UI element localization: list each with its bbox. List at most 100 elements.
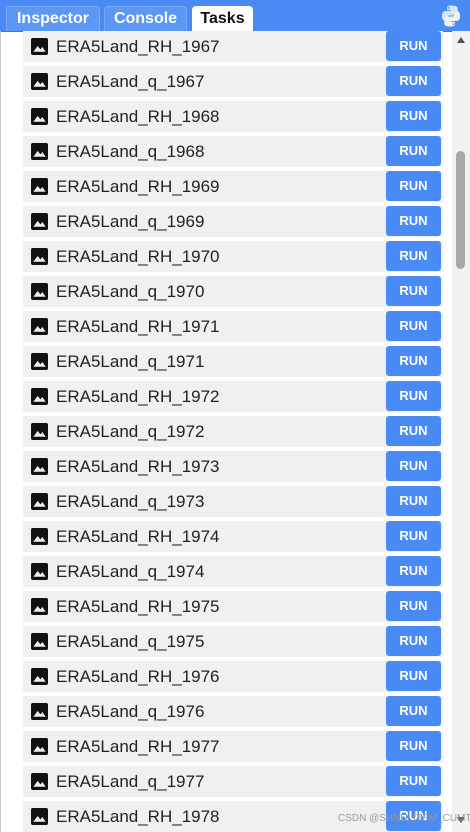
run-button[interactable]: RUN xyxy=(386,416,441,446)
image-icon xyxy=(31,808,48,825)
scroll-thumb[interactable] xyxy=(456,151,465,269)
scroll-up-arrow-icon[interactable] xyxy=(457,37,465,43)
task-name: ERA5Land_q_1971 xyxy=(56,352,205,371)
run-button[interactable]: RUN xyxy=(386,311,441,341)
task-row: ERA5Land_RH_1968 RUN xyxy=(23,101,443,132)
image-icon xyxy=(31,458,48,475)
task-name: ERA5Land_RH_1978 xyxy=(56,807,220,826)
task-row: ERA5Land_q_1977 RUN xyxy=(23,766,443,797)
task-row: ERA5Land_q_1967 RUN xyxy=(23,66,443,97)
task-row: ERA5Land_RH_1977 RUN xyxy=(23,731,443,762)
task-row: ERA5Land_RH_1971 RUN xyxy=(23,311,443,342)
tab-tasks[interactable]: Tasks xyxy=(192,6,253,31)
task-row: ERA5Land_RH_1969 RUN xyxy=(23,171,443,202)
task-row: ERA5Land_q_1972 RUN xyxy=(23,416,443,447)
image-icon xyxy=(31,178,48,195)
task-name: ERA5Land_RH_1971 xyxy=(56,317,220,336)
image-icon xyxy=(31,703,48,720)
run-button[interactable]: RUN xyxy=(386,486,441,516)
run-button[interactable]: RUN xyxy=(386,731,441,761)
task-row: ERA5Land_q_1976 RUN xyxy=(23,696,443,727)
image-icon xyxy=(31,353,48,370)
task-name: ERA5Land_RH_1967 xyxy=(56,37,220,56)
run-button[interactable]: RUN xyxy=(386,521,441,551)
image-icon xyxy=(31,248,48,265)
task-row: ERA5Land_q_1969 RUN xyxy=(23,206,443,237)
image-icon xyxy=(31,388,48,405)
task-row: ERA5Land_RH_1973 RUN xyxy=(23,451,443,482)
run-button[interactable]: RUN xyxy=(386,101,441,131)
image-icon xyxy=(31,633,48,650)
tab-console[interactable]: Console xyxy=(104,6,187,31)
run-button[interactable]: RUN xyxy=(386,206,441,236)
python-icon[interactable] xyxy=(439,4,463,28)
run-button[interactable]: RUN xyxy=(386,381,441,411)
task-name: ERA5Land_q_1977 xyxy=(56,772,205,791)
task-name: ERA5Land_RH_1968 xyxy=(56,107,220,126)
task-row: ERA5Land_RH_1975 RUN xyxy=(23,591,443,622)
image-icon xyxy=(31,528,48,545)
task-name: ERA5Land_RH_1970 xyxy=(56,247,220,266)
task-row: ERA5Land_q_1971 RUN xyxy=(23,346,443,377)
task-name: ERA5Land_q_1975 xyxy=(56,632,205,651)
run-button[interactable]: RUN xyxy=(386,556,441,586)
task-name: ERA5Land_q_1968 xyxy=(56,142,205,161)
task-name: ERA5Land_RH_1974 xyxy=(56,527,220,546)
task-name: ERA5Land_q_1974 xyxy=(56,562,205,581)
task-name: ERA5Land_RH_1976 xyxy=(56,667,220,686)
task-name: ERA5Land_RH_1972 xyxy=(56,387,220,406)
run-button[interactable]: RUN xyxy=(386,346,441,376)
image-icon xyxy=(31,318,48,335)
scrollbar[interactable] xyxy=(452,31,470,832)
run-button[interactable]: RUN xyxy=(386,171,441,201)
image-icon xyxy=(31,773,48,790)
task-name: ERA5Land_q_1969 xyxy=(56,212,205,231)
task-row: ERA5Land_RH_1967 RUN xyxy=(23,31,443,62)
task-row: ERA5Land_q_1973 RUN xyxy=(23,486,443,517)
run-button[interactable]: RUN xyxy=(386,766,441,796)
task-name: ERA5Land_q_1972 xyxy=(56,422,205,441)
task-row: ERA5Land_q_1975 RUN xyxy=(23,626,443,657)
image-icon xyxy=(31,668,48,685)
image-icon xyxy=(31,38,48,55)
image-icon xyxy=(31,213,48,230)
image-icon xyxy=(31,108,48,125)
image-icon xyxy=(31,423,48,440)
run-button[interactable]: RUN xyxy=(386,66,441,96)
image-icon xyxy=(31,563,48,580)
task-name: ERA5Land_q_1976 xyxy=(56,702,205,721)
task-row: ERA5Land_q_1970 RUN xyxy=(23,276,443,307)
task-name: ERA5Land_q_1967 xyxy=(56,72,205,91)
task-name: ERA5Land_RH_1973 xyxy=(56,457,220,476)
run-button[interactable]: RUN xyxy=(386,696,441,726)
task-row: ERA5Land_RH_1974 RUN xyxy=(23,521,443,552)
task-name: ERA5Land_q_1973 xyxy=(56,492,205,511)
task-row: ERA5Land_q_1968 RUN xyxy=(23,136,443,167)
task-name: ERA5Land_RH_1977 xyxy=(56,737,220,756)
image-icon xyxy=(31,73,48,90)
run-button[interactable]: RUN xyxy=(386,661,441,691)
run-button[interactable]: RUN xyxy=(386,31,441,61)
task-name: ERA5Land_q_1970 xyxy=(56,282,205,301)
task-row: ERA5Land_RH_1972 RUN xyxy=(23,381,443,412)
task-row: ERA5Land_q_1974 RUN xyxy=(23,556,443,587)
run-button[interactable]: RUN xyxy=(386,626,441,656)
panel-header: Inspector Console Tasks xyxy=(0,0,470,32)
run-button[interactable]: RUN xyxy=(386,276,441,306)
task-name: ERA5Land_RH_1975 xyxy=(56,597,220,616)
tab-inspector[interactable]: Inspector xyxy=(6,6,100,31)
image-icon xyxy=(31,283,48,300)
run-button[interactable]: RUN xyxy=(386,451,441,481)
image-icon xyxy=(31,598,48,615)
run-button[interactable]: RUN xyxy=(386,241,441,271)
task-row: ERA5Land_RH_1970 RUN xyxy=(23,241,443,272)
watermark: CSDN @SHNU_ITEM_CUMT xyxy=(338,813,470,824)
task-name: ERA5Land_RH_1969 xyxy=(56,177,220,196)
run-button[interactable]: RUN xyxy=(386,591,441,621)
tasks-panel: ERA5Land_RH_1967 RUN ERA5Land_q_1967 RUN ERA… xyxy=(0,31,470,832)
task-row: ERA5Land_RH_1976 RUN xyxy=(23,661,443,692)
image-icon xyxy=(31,143,48,160)
image-icon xyxy=(31,493,48,510)
image-icon xyxy=(31,738,48,755)
run-button[interactable]: RUN xyxy=(386,136,441,166)
